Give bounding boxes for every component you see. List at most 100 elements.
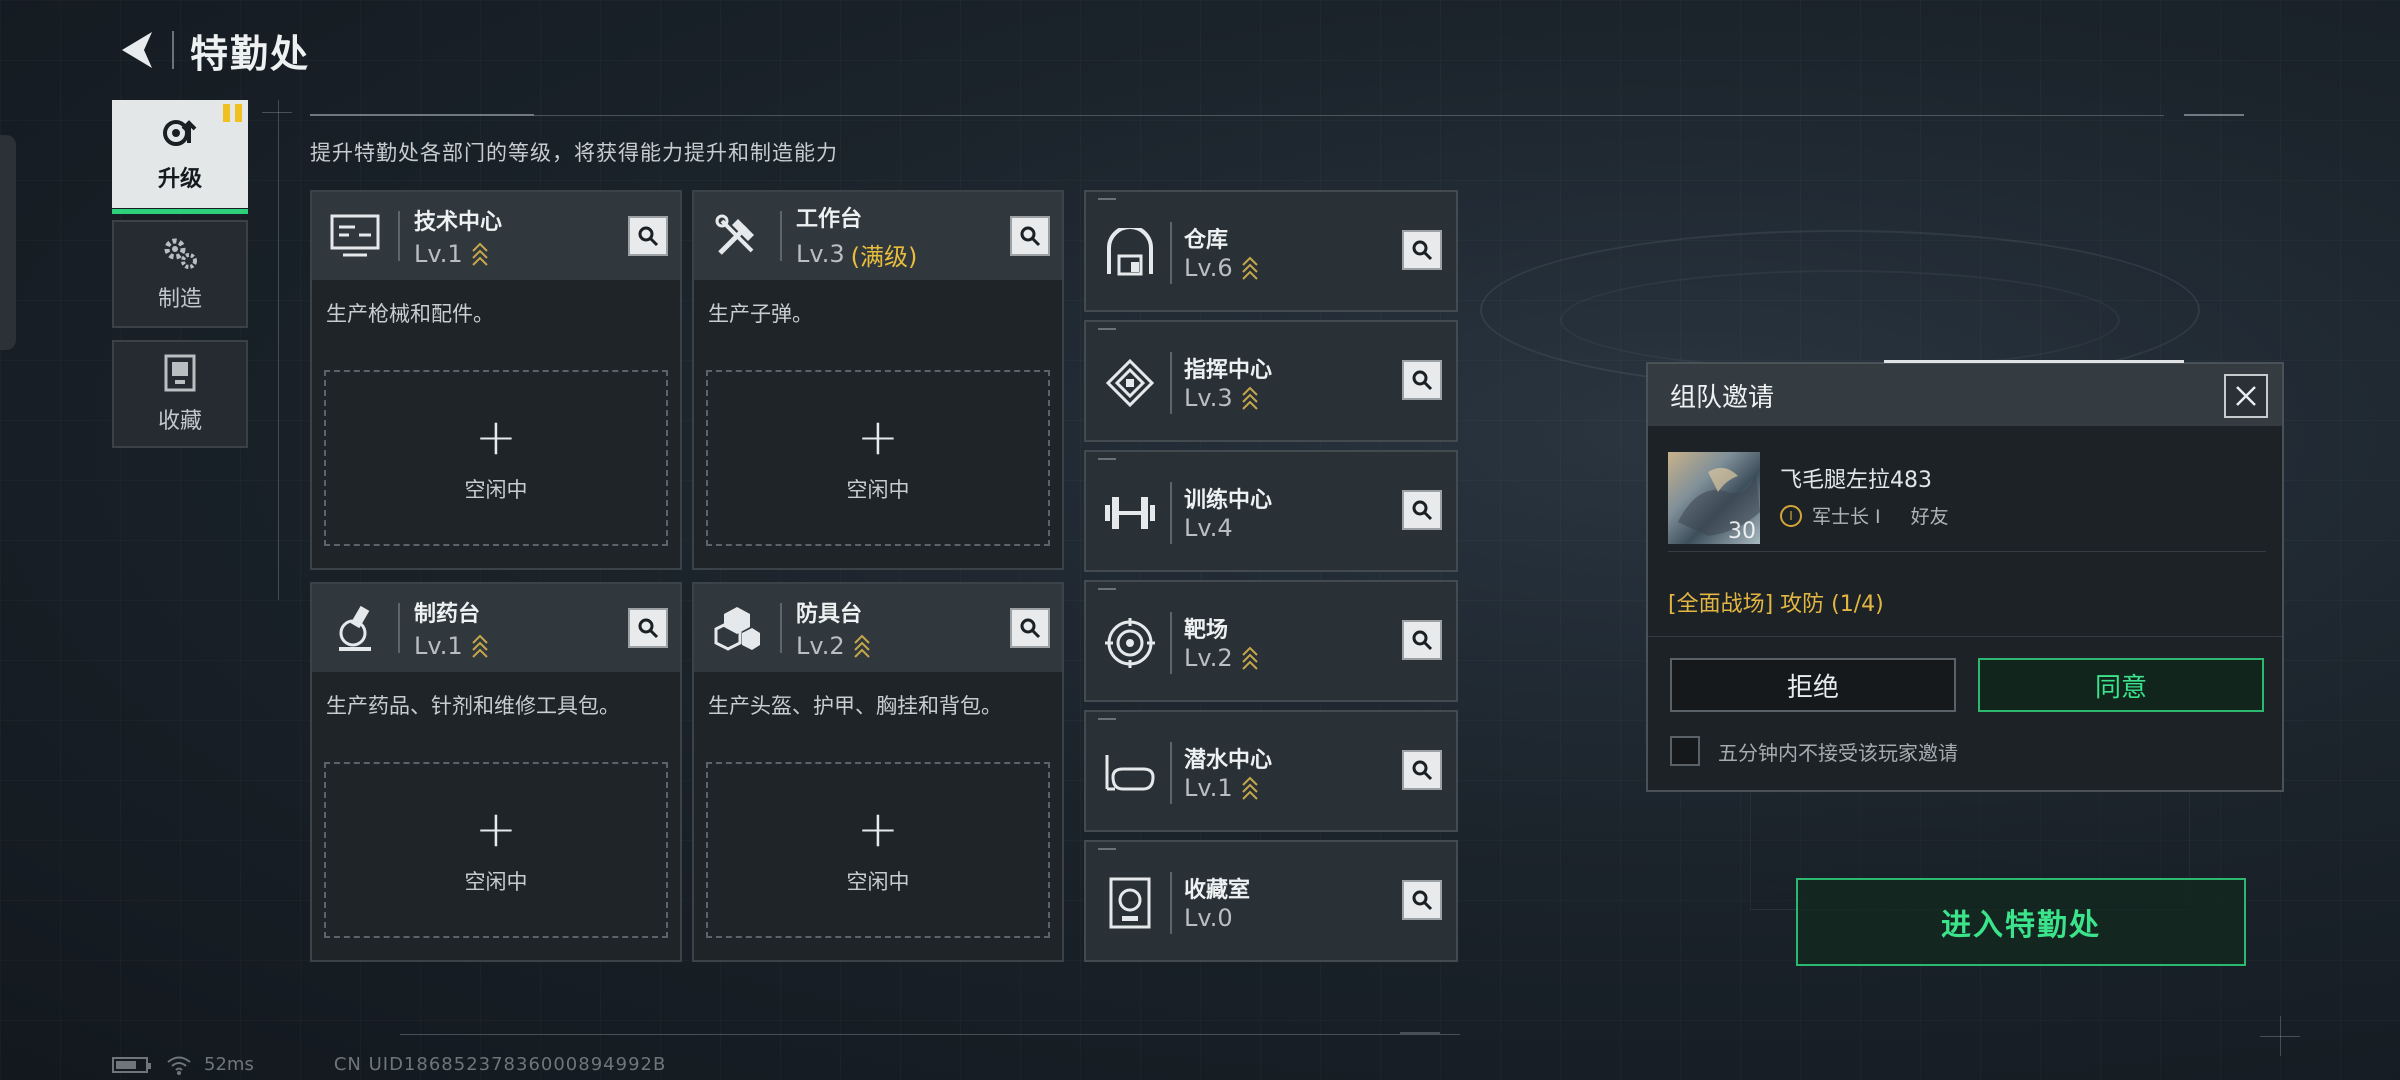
facility-level: Lv.1 xyxy=(1184,774,1233,802)
deco-line xyxy=(278,100,279,600)
enter-special-ops-button[interactable]: 进入特勤处 xyxy=(1796,878,2246,966)
facility-command-center[interactable]: 指挥中心 Lv.3 xyxy=(1084,320,1458,442)
back-button[interactable] xyxy=(112,24,160,76)
production-slot[interactable]: + 空闲中 xyxy=(324,762,668,938)
deco-line xyxy=(310,114,534,116)
search-icon xyxy=(1412,630,1433,651)
reject-button[interactable]: 拒绝 xyxy=(1670,658,1956,712)
inspect-button[interactable] xyxy=(628,608,668,648)
inspect-button[interactable] xyxy=(1402,360,1442,400)
notification-badge xyxy=(223,104,242,122)
dialog-title: 组队邀请 xyxy=(1670,382,1775,413)
user-uid: CN UID18685237836000894992B xyxy=(333,1054,667,1075)
dept-level: Lv.2 xyxy=(796,632,845,660)
slot-status: 空闲中 xyxy=(846,478,910,502)
dept-level: Lv.1 xyxy=(414,632,463,660)
upgrade-chevron-icon xyxy=(1241,776,1258,800)
collection-icon xyxy=(164,354,196,392)
inspect-button[interactable] xyxy=(1402,490,1442,530)
edge-pull-tab[interactable] xyxy=(0,135,16,350)
dept-card-workbench: 工作台 Lv.3 (满级) 生产子弹。 + 空闲中 xyxy=(692,190,1064,570)
deco-line xyxy=(534,115,2164,116)
nav-item-upgrade[interactable]: 升级 xyxy=(112,100,248,214)
upgrade-chevron-icon xyxy=(471,634,488,658)
mute-invite-option[interactable]: 五分钟内不接受该玩家邀请 xyxy=(1670,736,1958,766)
facility-diving-center[interactable]: 潜水中心 Lv.1 xyxy=(1084,710,1458,832)
inspect-button[interactable] xyxy=(628,216,668,256)
search-icon xyxy=(638,618,659,639)
inspect-button[interactable] xyxy=(1402,750,1442,790)
facility-warehouse[interactable]: 仓库 Lv.6 xyxy=(1084,190,1458,312)
game-mode: [全面战场] 攻防 (1/4) xyxy=(1668,592,1884,617)
status-bar: 52ms CN UID18685237836000894992B xyxy=(112,1054,666,1075)
inspect-button[interactable] xyxy=(1402,620,1442,660)
facility-name: 潜水中心 xyxy=(1184,748,1273,773)
nav-label: 收藏 xyxy=(157,409,202,434)
inspect-button[interactable] xyxy=(1402,230,1442,270)
max-level-tag: (满级) xyxy=(850,242,918,271)
dept-description: 生产药品、针剂和维修工具包。 xyxy=(326,694,620,718)
dumbbell-icon xyxy=(1105,497,1155,529)
facility-name: 仓库 xyxy=(1184,228,1229,253)
dept-card-pharmacy: 制药台 Lv.1 生产药品、针剂和维修工具包。 + 空闲中 xyxy=(310,582,682,962)
nav-label: 制造 xyxy=(157,287,202,312)
facility-level: Lv.2 xyxy=(1184,644,1233,672)
mute-checkbox[interactable] xyxy=(1670,736,1700,766)
command-icon xyxy=(1105,358,1155,408)
player-relation: 好友 xyxy=(1910,506,1949,528)
production-slot[interactable]: + 空闲中 xyxy=(706,762,1050,938)
facility-collection-room[interactable]: 收藏室 Lv.0 xyxy=(1084,840,1458,962)
nav-item-craft[interactable]: 制造 xyxy=(112,220,248,328)
wifi-icon xyxy=(167,1056,191,1075)
dept-card-tech-center: 技术中心 Lv.1 生产枪械和配件。 + 空闲中 xyxy=(310,190,682,570)
search-icon xyxy=(1412,890,1433,911)
monitor-icon xyxy=(330,214,380,257)
dialog-accent-line xyxy=(1884,360,2184,363)
dept-name: 制药台 xyxy=(414,602,481,627)
dept-level: Lv.3 xyxy=(796,240,845,268)
production-slot[interactable]: + 空闲中 xyxy=(324,370,668,546)
inspect-button[interactable] xyxy=(1010,216,1050,256)
add-icon: + xyxy=(475,800,517,858)
upgrade-chevron-icon xyxy=(853,634,870,658)
header-separator xyxy=(172,31,174,69)
dept-name: 工作台 xyxy=(796,206,863,232)
dept-name: 防具台 xyxy=(796,602,863,627)
target-icon xyxy=(1105,618,1155,668)
deco-line xyxy=(2184,114,2244,116)
gears-icon xyxy=(164,238,197,269)
upgrade-chevron-icon xyxy=(1241,646,1258,670)
inspect-button[interactable] xyxy=(1402,880,1442,920)
dept-description: 生产子弹。 xyxy=(708,302,813,326)
slot-status: 空闲中 xyxy=(464,478,528,502)
upgrade-chevron-icon xyxy=(1241,256,1258,280)
nav-label: 升级 xyxy=(157,167,202,192)
page-subtitle: 提升特勤处各部门的等级，将获得能力提升和制造能力 xyxy=(310,141,838,165)
team-invite-dialog: 组队邀请 30 飞毛腿左拉483 I 军士长 I 好友 [全面战场] 攻防 (1… xyxy=(1646,360,2284,792)
slot-status: 空闲中 xyxy=(464,870,528,894)
facility-level: Lv.4 xyxy=(1184,514,1233,542)
upgrade-chevron-icon xyxy=(471,242,488,266)
player-rank: 军士长 I xyxy=(1812,506,1881,528)
close-button[interactable] xyxy=(2224,374,2268,418)
dept-name: 技术中心 xyxy=(414,210,503,235)
player-name: 飞毛腿左拉483 xyxy=(1780,468,1932,493)
collection-room-icon xyxy=(1109,877,1151,929)
avatar[interactable]: 30 xyxy=(1668,452,1760,544)
add-icon: + xyxy=(857,408,899,466)
warehouse-icon xyxy=(1107,228,1153,276)
avatar-level: 30 xyxy=(1728,519,1756,544)
slot-status: 空闲中 xyxy=(846,870,910,894)
nav-item-collection[interactable]: 收藏 xyxy=(112,340,248,448)
inspect-button[interactable] xyxy=(1010,608,1050,648)
facility-shooting-range[interactable]: 靶场 Lv.2 xyxy=(1084,580,1458,702)
deco-line xyxy=(262,112,292,113)
add-icon: + xyxy=(857,800,899,858)
ping-value: 52ms xyxy=(204,1054,254,1075)
armor-boxes-icon xyxy=(714,607,760,651)
facility-training-center[interactable]: 训练中心 Lv.4 xyxy=(1084,450,1458,572)
production-slot[interactable]: + 空闲中 xyxy=(706,370,1050,546)
search-icon xyxy=(1412,500,1433,521)
inviting-player: 30 飞毛腿左拉483 I 军士长 I 好友 xyxy=(1668,452,2266,552)
accept-button[interactable]: 同意 xyxy=(1978,658,2264,712)
